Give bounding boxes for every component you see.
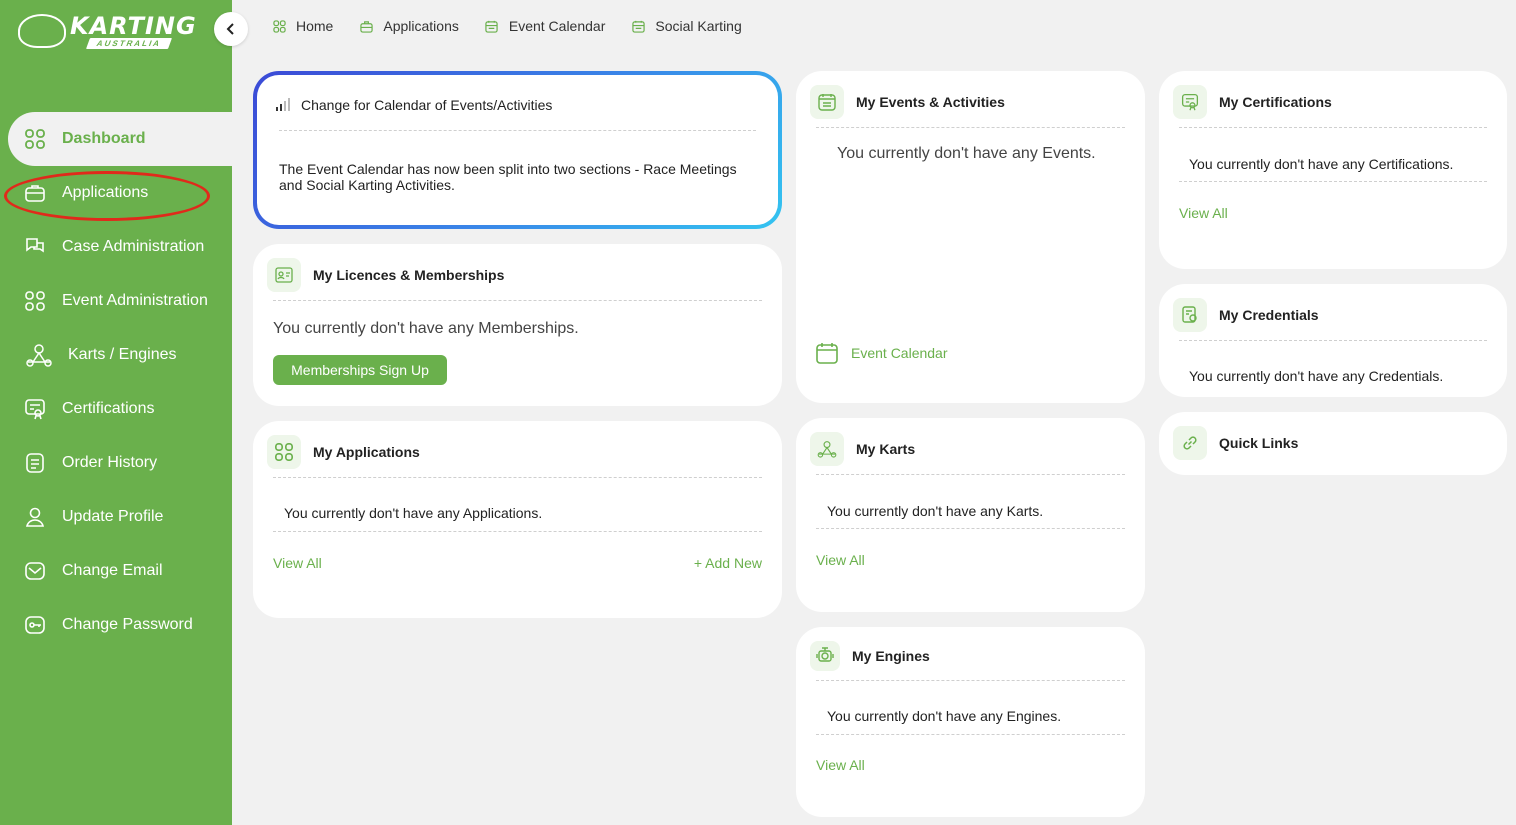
user-icon bbox=[24, 506, 46, 528]
sidebar-item-applications[interactable]: Applications bbox=[0, 166, 232, 220]
certificate-icon bbox=[1173, 85, 1207, 119]
applications-view-all-link[interactable]: View All bbox=[273, 555, 322, 571]
sidebar-item-label: Order History bbox=[62, 454, 158, 471]
karts-view-all-link[interactable]: View All bbox=[816, 552, 865, 568]
card-title: My Credentials bbox=[1219, 307, 1319, 323]
notice-title: Change for Calendar of Events/Activities bbox=[301, 97, 553, 113]
sidebar-item-label: Applications bbox=[62, 184, 149, 201]
calendar-icon bbox=[816, 343, 838, 364]
briefcase-icon bbox=[24, 182, 46, 204]
empty-engines-text: You currently don't have any Engines. bbox=[827, 708, 1062, 724]
my-engines-card: My Engines You currently don't have any … bbox=[796, 627, 1145, 817]
sidebar-item-label: Karts / Engines bbox=[68, 346, 177, 363]
sidebar-nav: Dashboard Applications Case Administrati… bbox=[0, 112, 232, 652]
chevron-left-icon bbox=[226, 23, 234, 35]
certificate-icon bbox=[24, 398, 46, 420]
empty-credentials-text: You currently don't have any Credentials… bbox=[1189, 368, 1444, 384]
sidebar-item-dashboard[interactable]: Dashboard bbox=[8, 112, 232, 166]
memberships-sign-up-button[interactable]: Memberships Sign Up bbox=[273, 355, 447, 385]
event-calendar-link[interactable]: Event Calendar bbox=[816, 342, 948, 364]
sidebar-item-certifications[interactable]: Certifications bbox=[0, 382, 232, 436]
document-list-icon bbox=[24, 452, 46, 474]
logo-subtitle: AUSTRALIA bbox=[85, 38, 173, 49]
sidebar-item-label: Case Administration bbox=[62, 238, 205, 255]
sidebar: KARTING AUSTRALIA Dashboard Applications… bbox=[0, 0, 232, 825]
briefcase-icon bbox=[359, 19, 373, 33]
my-karts-card: My Karts You currently don't have any Ka… bbox=[796, 418, 1145, 612]
id-card-icon bbox=[267, 258, 301, 292]
certifications-view-all-link[interactable]: View All bbox=[1179, 205, 1228, 221]
card-title: Quick Links bbox=[1219, 435, 1299, 451]
grid-icon bbox=[24, 128, 46, 150]
empty-events-text: You currently don't have any Events. bbox=[837, 145, 1096, 162]
quick-links-card[interactable]: Quick Links bbox=[1159, 412, 1507, 475]
sidebar-item-label: Event Administration bbox=[62, 292, 208, 309]
empty-memberships-text: You currently don't have any Memberships… bbox=[273, 320, 579, 337]
key-icon bbox=[24, 614, 46, 636]
add-new-application-link[interactable]: + Add New bbox=[694, 555, 762, 571]
kart-icon bbox=[24, 344, 54, 367]
card-title: My Engines bbox=[852, 648, 930, 664]
sidebar-item-case-administration[interactable]: Case Administration bbox=[0, 220, 232, 274]
card-title: My Applications bbox=[313, 444, 420, 460]
logo-text: KARTING bbox=[70, 12, 197, 40]
calendar-icon bbox=[810, 85, 844, 119]
helmet-icon bbox=[18, 14, 66, 48]
calendar-icon bbox=[631, 19, 645, 33]
link-icon bbox=[1173, 426, 1207, 460]
licences-memberships-card: My Licences & Memberships You currently … bbox=[253, 244, 782, 406]
sidebar-item-label: Dashboard bbox=[62, 130, 146, 147]
empty-applications-text: You currently don't have any Application… bbox=[284, 505, 543, 521]
sidebar-item-update-profile[interactable]: Update Profile bbox=[0, 490, 232, 544]
sidebar-item-order-history[interactable]: Order History bbox=[0, 436, 232, 490]
calendar-change-notice: Change for Calendar of Events/Activities… bbox=[253, 71, 782, 229]
breadcrumb-social-karting[interactable]: Social Karting bbox=[631, 18, 742, 34]
breadcrumb-home[interactable]: Home bbox=[272, 18, 333, 34]
calendar-icon bbox=[485, 19, 499, 33]
engines-view-all-link[interactable]: View All bbox=[816, 757, 865, 773]
notice-body: The Event Calendar has now been split in… bbox=[279, 161, 737, 193]
sidebar-item-change-password[interactable]: Change Password bbox=[0, 598, 232, 652]
envelope-icon bbox=[24, 560, 46, 582]
grid-icon bbox=[24, 290, 46, 312]
kart-icon bbox=[810, 432, 844, 466]
breadcrumb-applications[interactable]: Applications bbox=[359, 18, 459, 34]
chat-bubbles-icon bbox=[24, 236, 46, 258]
card-title: My Events & Activities bbox=[856, 94, 1005, 110]
card-title: My Certifications bbox=[1219, 94, 1332, 110]
card-title: My Licences & Memberships bbox=[313, 267, 505, 283]
sidebar-item-change-email[interactable]: Change Email bbox=[0, 544, 232, 598]
grid-icon bbox=[267, 435, 301, 469]
my-events-activities-card: My Events & Activities You currently don… bbox=[796, 71, 1145, 403]
engine-icon bbox=[810, 641, 840, 671]
sidebar-item-karts-engines[interactable]: Karts / Engines bbox=[0, 328, 232, 382]
breadcrumb-event-calendar[interactable]: Event Calendar bbox=[485, 18, 605, 34]
my-credentials-card: My Credentials You currently don't have … bbox=[1159, 284, 1507, 397]
sidebar-item-label: Change Password bbox=[62, 616, 193, 633]
sidebar-item-label: Certifications bbox=[62, 400, 155, 417]
empty-certifications-text: You currently don't have any Certificati… bbox=[1189, 156, 1454, 172]
karting-australia-logo[interactable]: KARTING AUSTRALIA bbox=[18, 8, 196, 50]
empty-karts-text: You currently don't have any Karts. bbox=[827, 503, 1044, 519]
logo-area: KARTING AUSTRALIA bbox=[0, 0, 232, 112]
credential-badge-icon bbox=[1173, 298, 1207, 332]
collapse-sidebar-button[interactable] bbox=[214, 12, 248, 46]
sidebar-item-label: Change Email bbox=[62, 562, 163, 579]
sidebar-item-label: Update Profile bbox=[62, 508, 164, 525]
my-applications-card: My Applications You currently don't have… bbox=[253, 421, 782, 618]
my-certifications-card: My Certifications You currently don't ha… bbox=[1159, 71, 1507, 269]
signal-bars-icon bbox=[276, 98, 290, 111]
sidebar-item-event-administration[interactable]: Event Administration bbox=[0, 274, 232, 328]
breadcrumb: Home Applications Event Calendar Social … bbox=[272, 18, 768, 34]
grid-icon bbox=[272, 19, 286, 33]
card-title: My Karts bbox=[856, 441, 916, 457]
